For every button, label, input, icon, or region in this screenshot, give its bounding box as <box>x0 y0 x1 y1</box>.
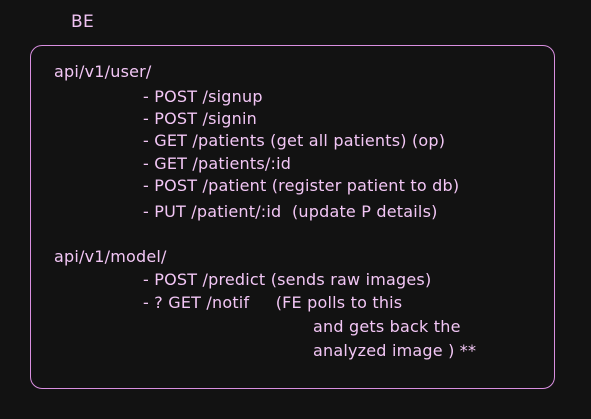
user-route-path: api/v1/user/ <box>54 62 152 81</box>
notif-note-line-2: analyzed image ) ** <box>313 341 477 360</box>
endpoint-signup: - POST /signup <box>143 87 263 106</box>
backend-heading: BE <box>71 12 95 32</box>
notif-note-line-1: and gets back the <box>313 317 461 336</box>
endpoint-signin: - POST /signin <box>143 109 257 128</box>
endpoint-post-patient: - POST /patient (register patient to db) <box>143 176 460 195</box>
endpoint-notif: - ? GET /notif (FE polls to this <box>143 293 403 312</box>
endpoint-put-patient: - PUT /patient/:id (update P details) <box>143 202 438 221</box>
model-route-path: api/v1/model/ <box>54 247 167 266</box>
endpoint-get-patient-by-id: - GET /patients/:id <box>143 154 292 173</box>
endpoint-get-patients: - GET /patients (get all patients) (op) <box>143 131 446 150</box>
endpoint-predict: - POST /predict (sends raw images) <box>143 270 432 289</box>
